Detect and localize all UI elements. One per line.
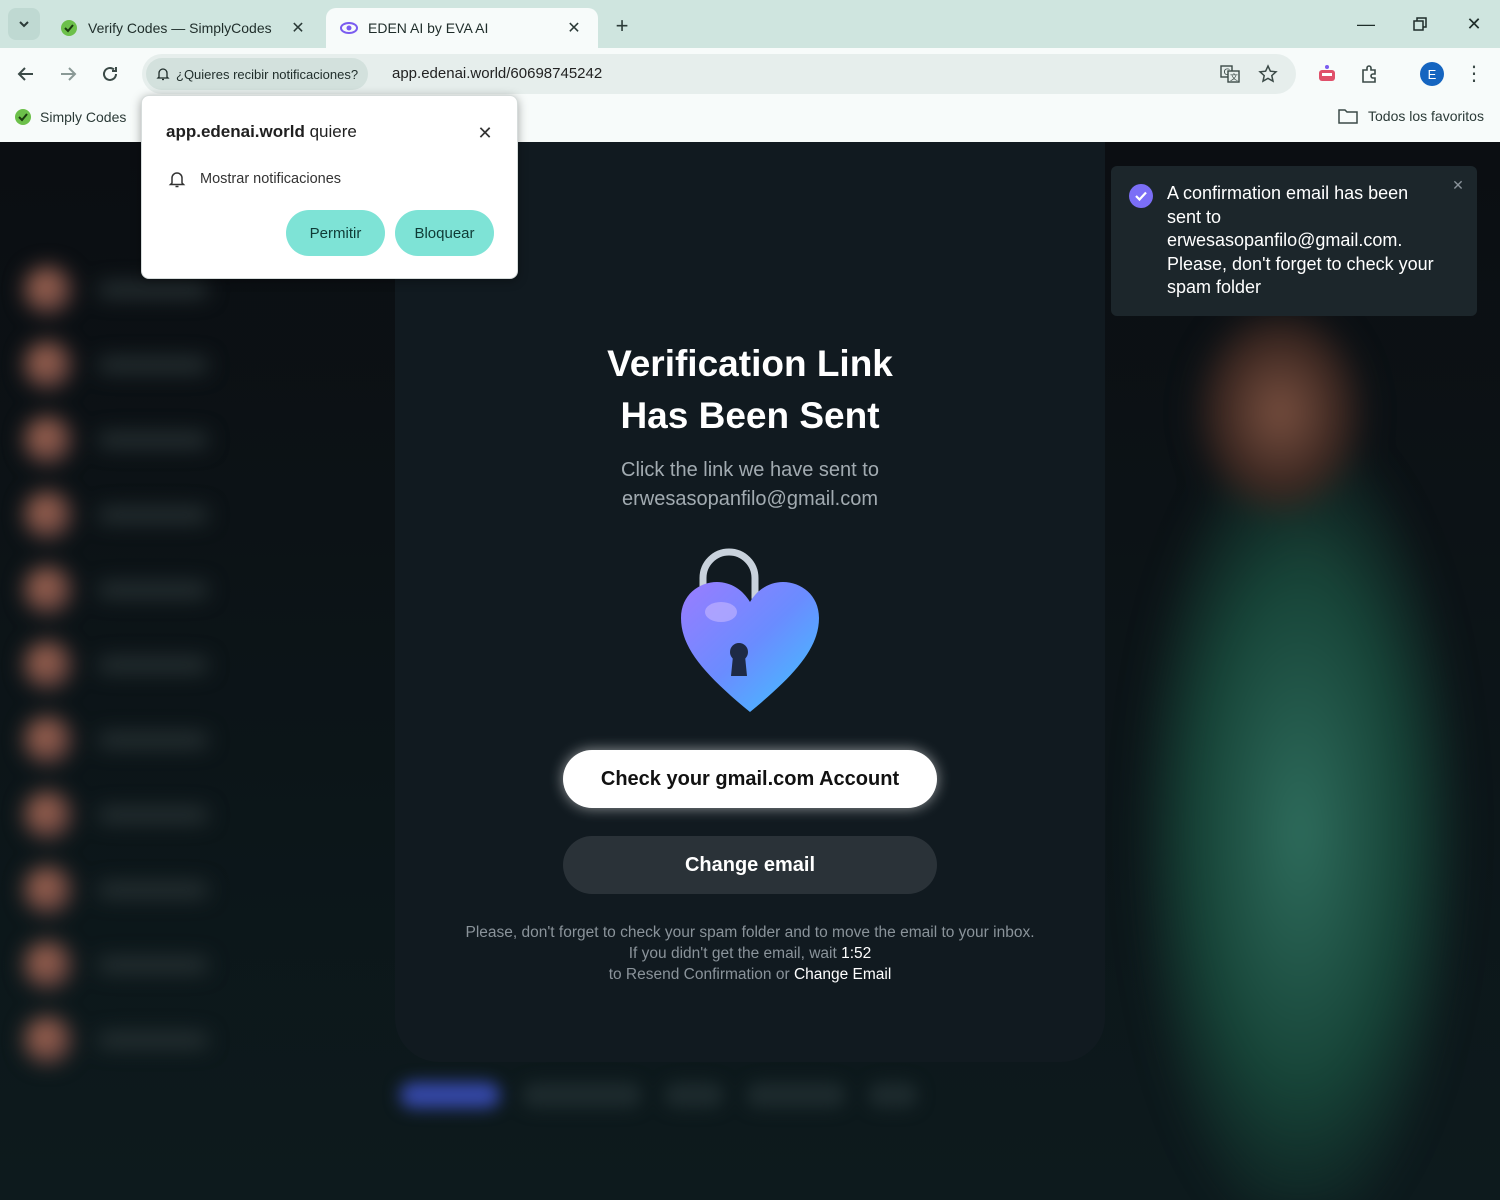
close-icon[interactable]: ✕ bbox=[564, 18, 584, 38]
star-icon bbox=[1258, 64, 1278, 83]
more-vert-icon: ⋮ bbox=[1464, 63, 1484, 85]
arrow-right-icon bbox=[61, 67, 77, 81]
subtitle-email: erwesasopanfilo@gmail.com bbox=[622, 488, 878, 510]
close-icon[interactable]: ✕ bbox=[288, 18, 308, 38]
svg-text:文: 文 bbox=[1230, 72, 1238, 82]
plus-icon: + bbox=[615, 13, 629, 38]
permission-label: Mostrar notificaciones bbox=[200, 171, 342, 187]
new-tab-button[interactable]: + bbox=[608, 12, 636, 40]
page-title: Verification Link Has Been Sent bbox=[395, 338, 1105, 442]
close-icon: ✕ bbox=[1466, 13, 1482, 34]
bell-icon bbox=[156, 68, 170, 81]
close-window-button[interactable]: ✕ bbox=[1450, 8, 1498, 40]
chevron-down-icon bbox=[19, 21, 29, 28]
notification-chip-label: ¿Quieres recibir notificaciones? bbox=[176, 66, 359, 82]
bookmark-simply-codes[interactable]: Simply Codes bbox=[14, 108, 126, 126]
title-line-1: Verification Link bbox=[607, 343, 893, 384]
resend-text: to Resend Confirmation or bbox=[608, 966, 794, 983]
check-circle-icon bbox=[1129, 184, 1153, 208]
resend-line: to Resend Confirmation or Change Email bbox=[455, 964, 1045, 985]
menu-button[interactable]: ⋮ bbox=[1458, 58, 1490, 90]
allow-button[interactable]: Permitir bbox=[286, 210, 385, 256]
restore-icon bbox=[1413, 17, 1427, 31]
wait-text: If you didn't get the email, wait bbox=[628, 945, 842, 962]
restore-button[interactable] bbox=[1396, 8, 1444, 40]
profile-button[interactable]: E bbox=[1416, 58, 1448, 90]
close-icon[interactable]: ✕ bbox=[1449, 176, 1467, 194]
verification-card: Verification Link Has Been Sent Click th… bbox=[395, 142, 1105, 1062]
all-bookmarks-label: Todos los favoritos bbox=[1368, 108, 1484, 124]
reload-button[interactable] bbox=[94, 58, 126, 90]
popup-wants: quiere bbox=[304, 122, 357, 141]
footnote: Please, don't forget to check your spam … bbox=[455, 922, 1045, 985]
wait-line: If you didn't get the email, wait 1:52 bbox=[455, 943, 1045, 964]
arrow-left-icon bbox=[17, 67, 33, 81]
back-button[interactable] bbox=[10, 58, 42, 90]
toolbar: ¿Quieres recibir notificaciones? app.ede… bbox=[0, 48, 1500, 100]
tab-title: EDEN AI by EVA AI bbox=[368, 20, 489, 36]
toast-message: A confirmation email has been sent to er… bbox=[1167, 183, 1434, 297]
eye-icon bbox=[340, 19, 358, 37]
extension-robot-icon bbox=[1319, 65, 1335, 81]
popup-title: app.edenai.world quiere bbox=[166, 122, 357, 142]
countdown-timer: 1:52 bbox=[841, 945, 872, 962]
bookmark-star-button[interactable] bbox=[1254, 60, 1282, 88]
notification-permission-popup: app.edenai.world quiere ✕ Mostrar notifi… bbox=[141, 95, 518, 279]
change-email-link[interactable]: Change Email bbox=[794, 966, 891, 983]
simplycodes-icon bbox=[15, 109, 31, 125]
subtitle: Click the link we have sent to erwesasop… bbox=[395, 456, 1105, 514]
url-text[interactable]: app.edenai.world/60698745242 bbox=[392, 65, 602, 82]
minimize-icon: — bbox=[1357, 13, 1375, 34]
avatar: E bbox=[1420, 62, 1444, 86]
notification-request-chip[interactable]: ¿Quieres recibir notificaciones? bbox=[146, 58, 369, 90]
blurred-sidebar bbox=[0, 202, 370, 1200]
tab-simplycodes[interactable]: Verify Codes — SimplyCodes ✕ bbox=[46, 8, 322, 48]
all-bookmarks-button[interactable]: Todos los favoritos bbox=[1338, 108, 1484, 124]
minimize-button[interactable]: — bbox=[1342, 8, 1390, 40]
page-content: Verification Link Has Been Sent Click th… bbox=[0, 142, 1500, 1200]
blurred-chips bbox=[400, 1082, 1060, 1122]
tab-edenai[interactable]: EDEN AI by EVA AI ✕ bbox=[326, 8, 598, 48]
block-button[interactable]: Bloquear bbox=[395, 210, 494, 256]
bell-icon bbox=[168, 172, 186, 188]
puzzle-icon bbox=[1362, 65, 1376, 83]
spam-reminder: Please, don't forget to check your spam … bbox=[465, 924, 1035, 941]
blurred-background-image bbox=[1100, 312, 1500, 1200]
tab-title: Verify Codes — SimplyCodes bbox=[88, 20, 272, 36]
permission-row: Mostrar notificaciones bbox=[168, 170, 341, 188]
close-icon[interactable]: ✕ bbox=[474, 122, 496, 144]
popup-site: app.edenai.world bbox=[166, 122, 305, 141]
address-bar[interactable]: ¿Quieres recibir notificaciones? app.ede… bbox=[142, 54, 1296, 94]
folder-icon bbox=[1338, 109, 1358, 124]
tab-search-button[interactable] bbox=[8, 8, 40, 40]
tab-strip: Verify Codes — SimplyCodes ✕ EDEN AI by … bbox=[0, 0, 1500, 48]
bookmark-label: Simply Codes bbox=[40, 109, 127, 125]
extensions-button[interactable] bbox=[1354, 58, 1386, 90]
translate-icon: G文 bbox=[1220, 65, 1240, 83]
heart-lock-icon bbox=[681, 548, 819, 712]
change-email-button[interactable]: Change email bbox=[563, 836, 937, 894]
forward-button[interactable] bbox=[52, 58, 84, 90]
simplycodes-icon bbox=[60, 19, 78, 37]
reload-icon bbox=[103, 66, 117, 81]
extension-button[interactable] bbox=[1311, 58, 1343, 90]
check-gmail-button[interactable]: Check your gmail.com Account bbox=[563, 750, 937, 808]
title-line-2: Has Been Sent bbox=[620, 395, 880, 436]
translate-button[interactable]: G文 bbox=[1216, 60, 1244, 88]
confirmation-toast: A confirmation email has been sent to er… bbox=[1111, 166, 1477, 316]
subtitle-text: Click the link we have sent to bbox=[621, 459, 879, 481]
